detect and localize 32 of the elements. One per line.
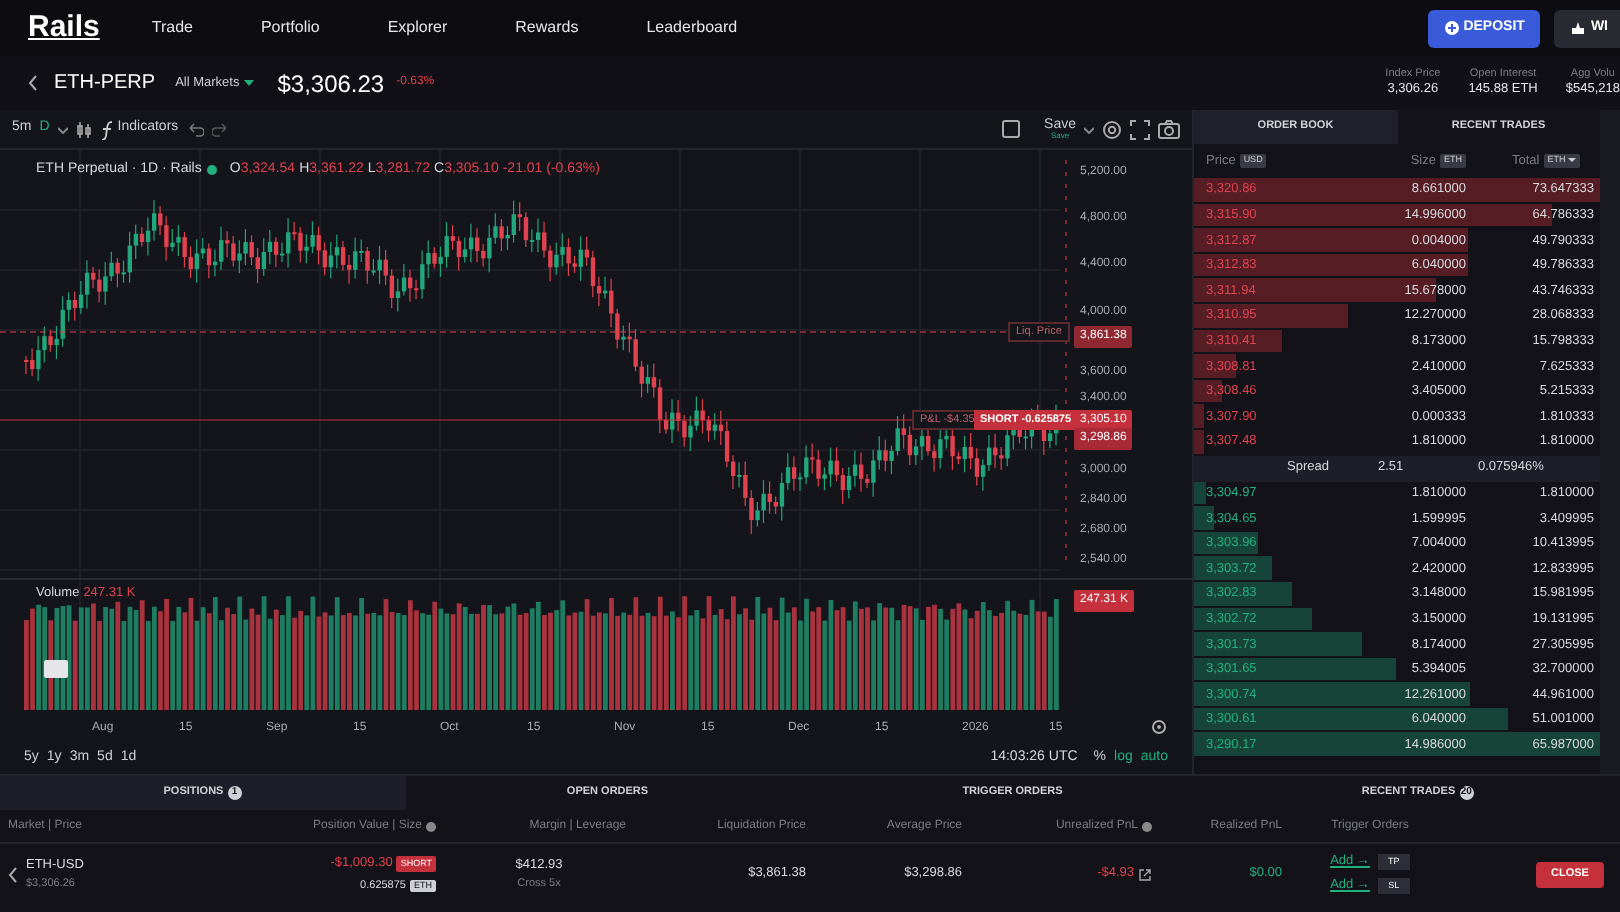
candles-icon[interactable] [75, 121, 92, 137]
camera-icon[interactable] [1158, 119, 1180, 139]
caret-icon[interactable] [57, 125, 68, 133]
fullscreen-icon[interactable] [1130, 119, 1150, 139]
nav-link[interactable]: Leaderboard [646, 16, 738, 40]
market-price: $3,306.23 [277, 67, 385, 101]
info-icon[interactable] [426, 821, 436, 831]
plus-icon [1443, 20, 1460, 36]
function-icon [99, 119, 114, 139]
external-link-icon[interactable] [1138, 867, 1152, 881]
nav-link[interactable]: Explorer [387, 16, 448, 40]
caret-icon [243, 80, 254, 86]
caret-icon[interactable] [1084, 125, 1094, 133]
hand-icon [1570, 20, 1587, 36]
nav-link[interactable]: Rewards [515, 16, 579, 40]
logo[interactable]: Rails [28, 5, 100, 51]
caret-icon [1568, 157, 1576, 162]
back-icon[interactable] [28, 74, 38, 92]
depth-bar [1194, 556, 1273, 580]
depth-bar [1194, 581, 1293, 605]
depth-bar [1194, 607, 1312, 631]
chevron-icon[interactable] [8, 865, 18, 883]
status-dot [205, 164, 218, 177]
target-icon[interactable] [1152, 720, 1166, 734]
undo-icon[interactable] [186, 120, 205, 138]
nav-link[interactable]: Trade [151, 16, 193, 40]
market-symbol: ETH-PERP [54, 70, 156, 98]
redo-icon[interactable] [212, 120, 231, 138]
info-icon[interactable] [1142, 821, 1152, 831]
nav-link[interactable]: Portfolio [260, 16, 320, 40]
settings-icon[interactable] [1102, 119, 1122, 139]
square-icon[interactable] [1002, 120, 1021, 138]
